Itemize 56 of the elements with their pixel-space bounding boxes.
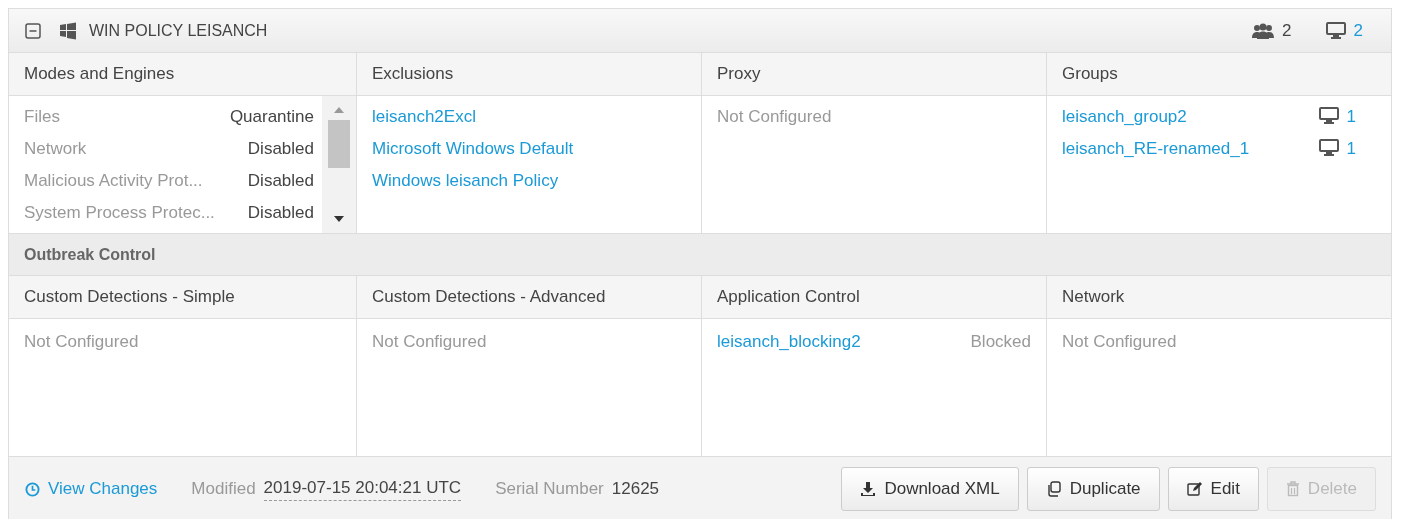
column-header: Exclusions	[356, 53, 701, 96]
windows-logo-icon	[59, 21, 77, 40]
setting-label: Network	[24, 139, 87, 159]
status-text: Not Configured	[24, 332, 140, 353]
column-header: Custom Detections - Advanced	[356, 276, 701, 319]
duplicate-button[interactable]: Duplicate	[1026, 467, 1160, 511]
setting-label: System Process Protec...	[24, 203, 215, 223]
exclusion-link[interactable]: Microsoft Windows Default	[372, 139, 686, 171]
edit-icon	[1186, 481, 1203, 497]
computer-count[interactable]: 1	[1346, 107, 1356, 127]
column-header: Custom Detections - Simple	[9, 276, 356, 319]
monitor-icon	[1318, 107, 1339, 124]
scroll-thumb[interactable]	[328, 120, 350, 168]
column-header: Proxy	[701, 53, 1046, 96]
setting-value: Quarantine	[229, 107, 314, 127]
view-changes-link[interactable]: View Changes	[48, 479, 158, 499]
column-header: Groups	[1046, 53, 1391, 96]
computer-count[interactable]: 1	[1346, 139, 1356, 159]
group-link[interactable]: leisanch_RE-renamed_1	[1062, 139, 1250, 159]
trash-icon	[1285, 481, 1300, 497]
group-count: 2	[1282, 20, 1292, 41]
setting-label: Files	[24, 107, 60, 127]
scrollbar[interactable]	[322, 96, 356, 233]
modified-date: 2019-07-15 20:04:21 UTC	[263, 477, 462, 501]
copy-icon	[1045, 481, 1062, 497]
scroll-down-icon[interactable]	[333, 215, 345, 223]
download-button[interactable]: Download XML	[841, 467, 1019, 511]
setting-label: Malicious Activity Prot...	[24, 171, 203, 191]
scroll-up-icon[interactable]	[333, 106, 345, 114]
collapse-icon[interactable]	[25, 22, 41, 39]
modified-label: Modified	[191, 479, 256, 499]
clock-icon[interactable]	[25, 481, 40, 497]
monitor-icon	[1325, 22, 1346, 39]
download-icon	[860, 481, 877, 497]
computer-count[interactable]: 2	[1353, 20, 1363, 41]
section-header: Outbreak Control	[9, 234, 1391, 276]
serial-number: 12625	[611, 479, 660, 499]
group-link[interactable]: leisanch_group2	[1062, 107, 1187, 127]
exclusion-link[interactable]: Windows leisanch Policy	[372, 171, 686, 203]
application-link[interactable]: leisanch_blocking2	[717, 332, 861, 352]
status-text: Not Configured	[717, 107, 833, 128]
policy-title: WIN POLICY LEISANCH	[89, 21, 268, 40]
application-status: Blocked	[970, 332, 1031, 352]
users-icon	[1252, 22, 1275, 39]
exclusion-link[interactable]: leisanch2Excl	[372, 107, 686, 139]
setting-value: Disabled	[247, 139, 314, 159]
setting-value: Disabled	[247, 171, 314, 191]
setting-value: Disabled	[247, 203, 314, 223]
column-header: Application Control	[701, 276, 1046, 319]
monitor-icon	[1318, 139, 1339, 156]
edit-button[interactable]: Edit	[1167, 467, 1259, 511]
column-header: Modes and Engines	[9, 53, 356, 96]
status-text: Not Configured	[372, 332, 488, 353]
status-text: Not Configured	[1062, 332, 1178, 353]
column-header: Network	[1046, 276, 1391, 319]
serial-label: Serial Number	[495, 479, 604, 499]
